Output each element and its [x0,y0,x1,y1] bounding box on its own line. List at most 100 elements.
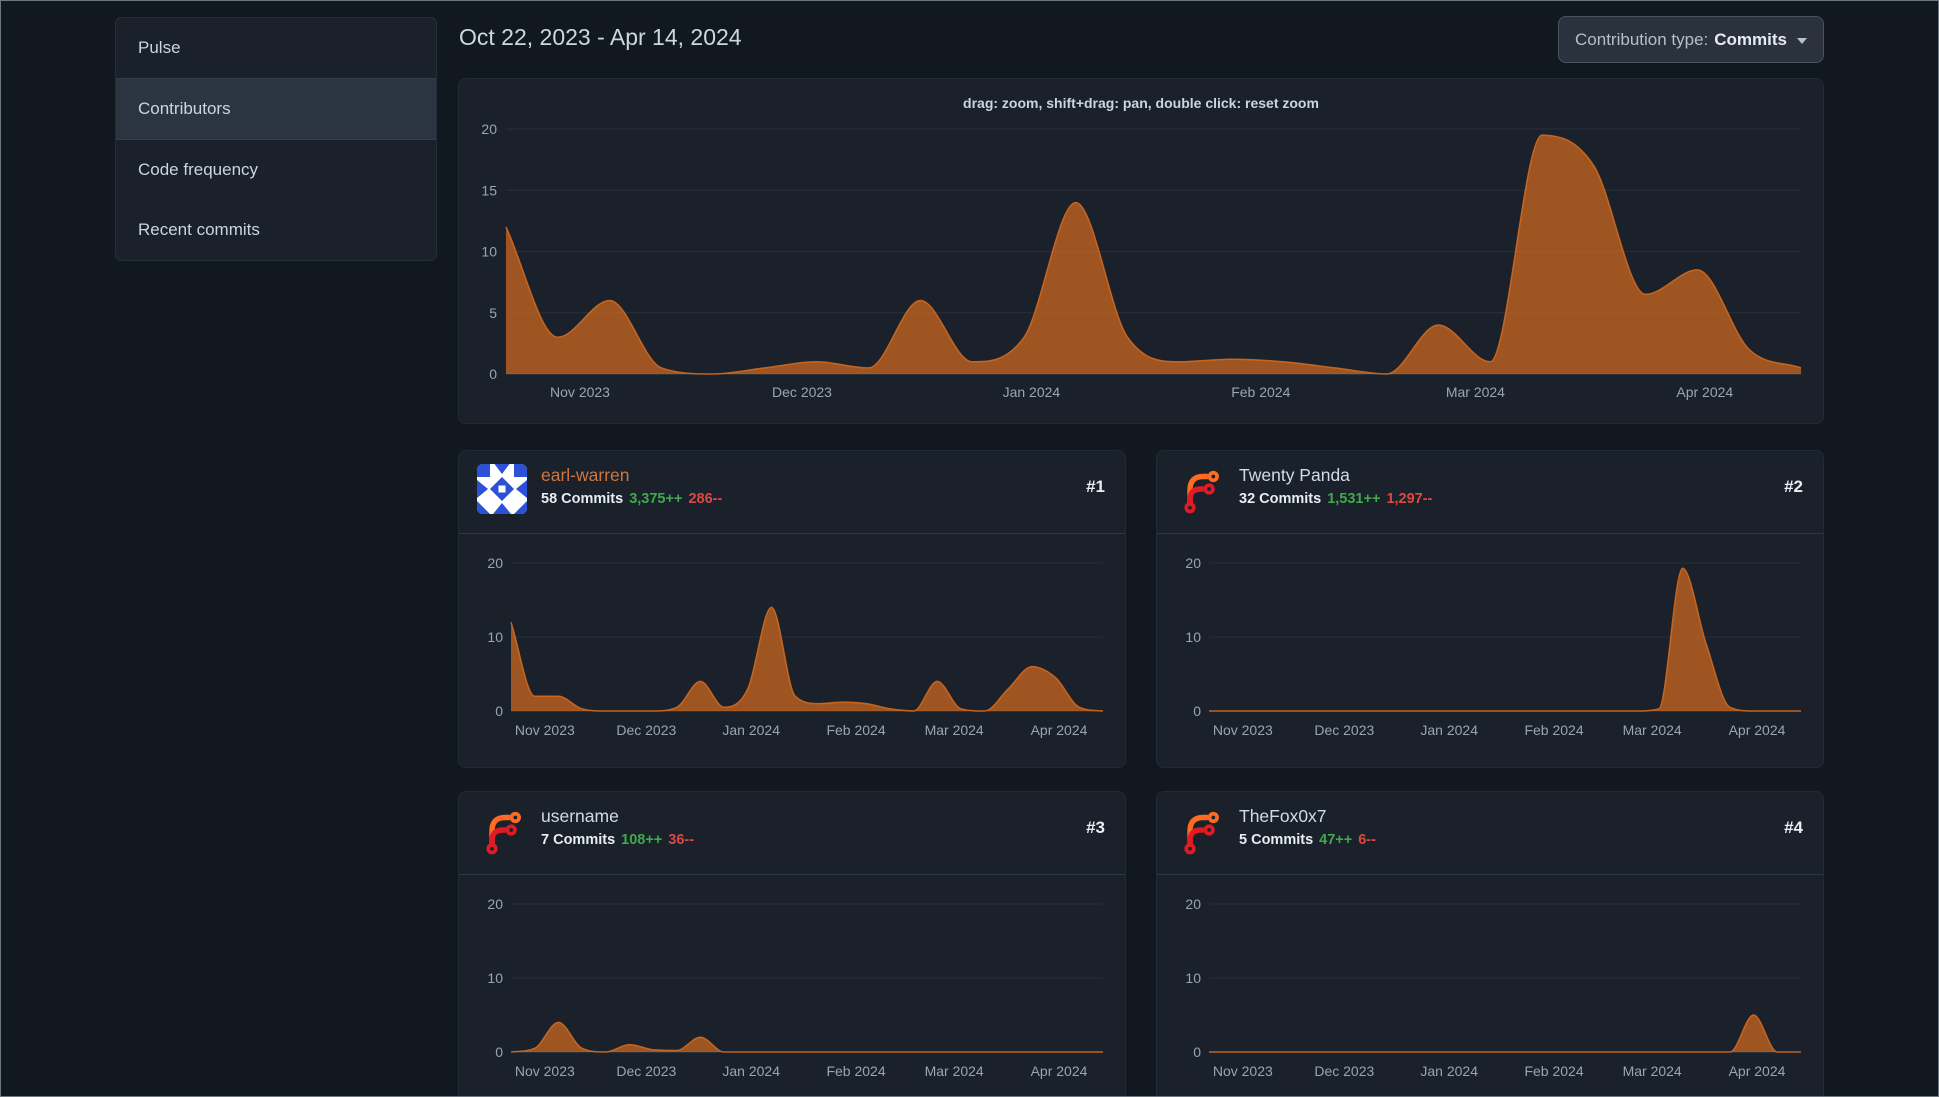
y-axis-tick-label: 10 [487,629,503,645]
commit-count: 32 Commits [1239,491,1322,507]
x-axis-tick-label: Dec 2023 [616,1063,676,1079]
contributor-card-1: earl-warren 58 Commits 3,375++ 286-- #1 0 10 20… [458,450,1126,768]
y-axis-tick-label: 20 [487,555,503,571]
zoom-hint: drag: zoom, shift+drag: pan, double clic… [963,95,1319,111]
x-axis-tick-label: Apr 2024 [1676,384,1733,400]
y-axis-tick-label: 0 [495,1044,503,1060]
contribution-type-value: Commits [1714,29,1787,49]
overall-activity-chart[interactable]: 0 5 10 15 20 Nov 2023 Dec 2023 Jan 2024 Feb 2024… [459,79,1823,428]
additions-count: 108++ [621,832,663,848]
rank-badge: #1 [1086,477,1105,496]
forgejo-logo-avatar [1175,464,1225,514]
contributor-activity-chart[interactable]: 0 10 20 Nov 2023 Dec 2023 Jan 2024 Feb 2024 Mar… [459,875,1125,1096]
y-axis-tick-label: 10 [1185,629,1201,645]
contributor-name: username [541,806,619,826]
contributor-card-header: username 7 Commits 108++ 36-- #3 [459,792,1125,875]
y-axis-tick-label: 10 [1185,970,1201,986]
deletions-count: 1,297-- [1386,491,1433,507]
y-axis-tick-label: 5 [489,305,497,321]
y-axis-tick-label: 10 [481,244,497,260]
sidebar-item-pulse[interactable]: Pulse [116,18,436,78]
contribution-type-label: Contribution type: [1575,29,1709,49]
x-axis-tick-label: Jan 2024 [1420,1063,1478,1079]
overall-contributions-card: drag: zoom, shift+drag: pan, double clic… [458,78,1824,424]
contributor-stats: 5 Commits 47++ 6-- [1239,832,1376,848]
contributor-card-header: Twenty Panda 32 Commits 1,531++ 1,297-- #2 [1157,451,1823,534]
contributor-stats: 58 Commits 3,375++ 286-- [541,491,722,507]
contributor-cards-grid: earl-warren 58 Commits 3,375++ 286-- #1 0 10 20… [458,450,1824,1096]
contributor-card-4: TheFox0x7 5 Commits 47++ 6-- #4 0 10 20 Nov 2023… [1156,791,1824,1096]
y-axis-tick-label: 0 [1193,703,1201,719]
x-axis-tick-label: Jan 2024 [722,1063,780,1079]
x-axis-tick-label: Jan 2024 [1420,722,1478,738]
x-axis-tick-label: Feb 2024 [1524,1063,1583,1079]
x-axis-tick-label: Nov 2023 [515,1063,575,1079]
x-axis-tick-label: Nov 2023 [1213,722,1273,738]
contribution-type-dropdown[interactable]: Contribution type: Commits [1558,16,1824,63]
contributor-activity-chart[interactable]: 0 10 20 Nov 2023 Dec 2023 Jan 2024 Feb 2024 Mar… [459,534,1125,773]
x-axis-tick-label: Dec 2023 [1314,722,1374,738]
contributor-name[interactable]: earl-warren [541,465,630,486]
contributor-activity-chart[interactable]: 0 10 20 Nov 2023 Dec 2023 Jan 2024 Feb 2024 Mar… [1157,534,1823,773]
additions-count: 1,531++ [1327,491,1381,507]
commit-count: 58 Commits [541,491,624,507]
x-axis-tick-label: Mar 2024 [925,722,984,738]
contributor-card-2: Twenty Panda 32 Commits 1,531++ 1,297-- #2 0 1… [1156,450,1824,768]
y-axis-tick-label: 20 [487,896,503,912]
deletions-count: 6-- [1358,832,1376,848]
sidebar-item-recent-commits[interactable]: Recent commits [116,200,436,260]
y-axis-tick-label: 20 [1185,896,1201,912]
sidebar-item-code-frequency[interactable]: Code frequency [116,140,436,200]
rank-badge: #4 [1784,818,1803,837]
contributor-activity-chart[interactable]: 0 10 20 Nov 2023 Dec 2023 Jan 2024 Feb 2024 Mar… [1157,875,1823,1096]
commit-count: 7 Commits [541,832,616,848]
contributor-card-header: TheFox0x7 5 Commits 47++ 6-- #4 [1157,792,1823,875]
x-axis-tick-label: Nov 2023 [550,384,610,400]
x-axis-tick-label: Jan 2024 [1003,384,1061,400]
y-axis-tick-label: 20 [481,121,497,137]
x-axis-tick-label: Apr 2024 [1031,1063,1088,1079]
x-axis-tick-label: Apr 2024 [1729,1063,1786,1079]
x-axis-tick-label: Dec 2023 [772,384,832,400]
x-axis-tick-label: Nov 2023 [515,722,575,738]
deletions-count: 286-- [688,491,723,507]
x-axis-tick-label: Feb 2024 [1524,722,1583,738]
y-axis-tick-label: 0 [1193,1044,1201,1060]
rank-badge: #3 [1086,818,1105,837]
y-axis-tick-label: 0 [489,366,497,382]
content: Oct 22, 2023 - Apr 14, 2024 Contribution… [458,14,1824,1096]
sidebar-item-contributors[interactable]: Contributors [116,78,436,140]
contributor-card-3: username 7 Commits 108++ 36-- #3 0 10 20 Nov 202… [458,791,1126,1096]
x-axis-tick-label: Mar 2024 [925,1063,984,1079]
x-axis-tick-label: Mar 2024 [1623,1063,1682,1079]
sidebar: Pulse Contributors Code frequency Recent co… [115,17,437,261]
x-axis-tick-label: Nov 2023 [1213,1063,1273,1079]
x-axis-tick-label: Apr 2024 [1729,722,1786,738]
additions-count: 47++ [1319,832,1353,848]
topbar: Oct 22, 2023 - Apr 14, 2024 Contribution… [458,14,1824,78]
chevron-down-icon [1797,38,1807,44]
x-axis-tick-label: Apr 2024 [1031,722,1088,738]
x-axis-tick-label: Mar 2024 [1446,384,1505,400]
x-axis-tick-label: Mar 2024 [1623,722,1682,738]
y-axis-tick-label: 20 [1185,555,1201,571]
x-axis-tick-label: Dec 2023 [616,722,676,738]
x-axis-tick-label: Feb 2024 [1231,384,1290,400]
contributor-stats: 32 Commits 1,531++ 1,297-- [1239,491,1432,507]
forgejo-logo-avatar [477,805,527,855]
x-axis-tick-label: Feb 2024 [826,1063,885,1079]
additions-count: 3,375++ [629,491,683,507]
x-axis-tick-label: Feb 2024 [826,722,885,738]
y-axis-tick-label: 0 [495,703,503,719]
contributors-page: Pulse Contributors Code frequency Recent co… [0,0,1939,1097]
deletions-count: 36-- [668,832,695,848]
x-axis-tick-label: Dec 2023 [1314,1063,1374,1079]
forgejo-logo-avatar [1175,805,1225,855]
page-title: Oct 22, 2023 - Apr 14, 2024 [459,24,742,50]
identicon-avatar [477,464,527,514]
contributor-name: TheFox0x7 [1239,806,1327,826]
y-axis-tick-label: 10 [487,970,503,986]
contributor-name: Twenty Panda [1239,465,1350,485]
rank-badge: #2 [1784,477,1803,496]
commit-count: 5 Commits [1239,832,1314,848]
